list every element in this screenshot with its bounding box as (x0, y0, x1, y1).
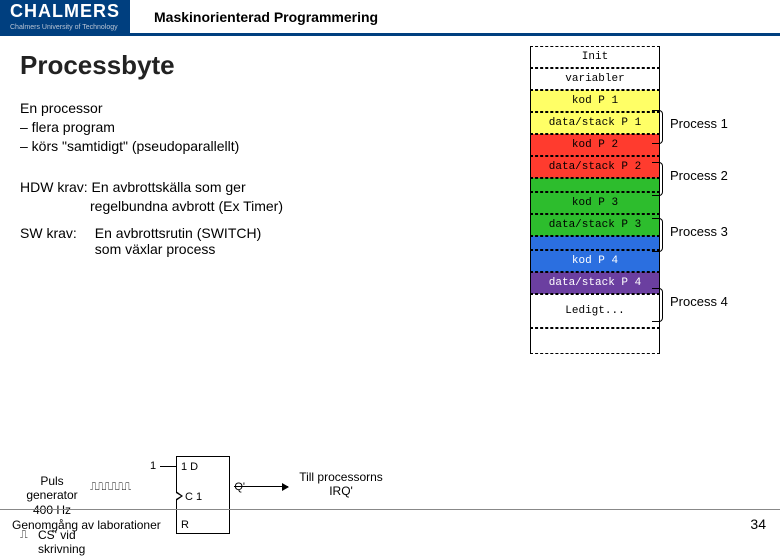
sw-text: En avbrottsrutin (SWITCH) som växlar pro… (95, 225, 261, 257)
brace-p3: Process 3 (670, 224, 760, 239)
brace-p2: Process 2 (670, 168, 760, 183)
ff-q-label: Q' (234, 481, 245, 493)
footer-text: Genomgång av laborationer (12, 518, 161, 532)
sw-label: SW krav: (20, 225, 77, 257)
footer-divider (0, 509, 780, 510)
square-wave-icon: ⎍⎍⎍⎍⎍⎍ (90, 482, 130, 494)
seg-p3-code: kod P 3 (530, 192, 660, 214)
seg-p1-data: data/stack P 1 (530, 112, 660, 134)
seg-gap-2 (530, 236, 660, 250)
flip-flop-box: 1 D C 1 R Q' (176, 456, 230, 534)
logo-subtitle: Chalmers University of Technology (0, 24, 130, 34)
arrow-icon (234, 486, 288, 487)
sw-line-1: En avbrottsrutin (SWITCH) (95, 225, 261, 241)
cs-label: CS' vid skrivning (38, 528, 85, 556)
course-title: Maskinorienterad Programmering (154, 9, 378, 25)
logic-one-label: 1 (150, 460, 156, 472)
seg-p1-code: kod P 1 (530, 90, 660, 112)
seg-end (530, 328, 660, 354)
ff-1d-label: 1 D (181, 461, 198, 473)
seg-p3-data: data/stack P 3 (530, 214, 660, 236)
seg-p2-data: data/stack P 2 (530, 156, 660, 178)
pulse-generator-label: Puls generator 400 Hz (20, 474, 84, 517)
header: CHALMERS Chalmers University of Technolo… (0, 0, 780, 36)
brace-p1: Process 1 (670, 116, 760, 131)
logo: CHALMERS Chalmers University of Technolo… (0, 0, 130, 34)
irq-label: Till processorns IRQ' (296, 470, 386, 499)
memory-map: Init variabler kod P 1 data/stack P 1 ko… (530, 46, 660, 354)
ff-c1-label: C 1 (185, 491, 202, 503)
seg-free: Ledigt... (530, 294, 660, 328)
seg-vars: variabler (530, 68, 660, 90)
wire-icon (160, 466, 176, 467)
seg-p2-code: kod P 2 (530, 134, 660, 156)
sw-line-2: som växlar process (95, 241, 261, 257)
seg-p4-data: data/stack P 4 (530, 272, 660, 294)
slide-content: Processbyte En processor – flera program… (0, 36, 780, 496)
ff-r-label: R (181, 519, 189, 531)
page-number: 34 (750, 516, 766, 532)
seg-p4-code: kod P 4 (530, 250, 660, 272)
logo-text: CHALMERS (0, 0, 130, 24)
seg-init: Init (530, 46, 660, 68)
brace-p4: Process 4 (670, 294, 760, 309)
clock-edge-icon (176, 491, 183, 501)
seg-gap-1 (530, 178, 660, 192)
